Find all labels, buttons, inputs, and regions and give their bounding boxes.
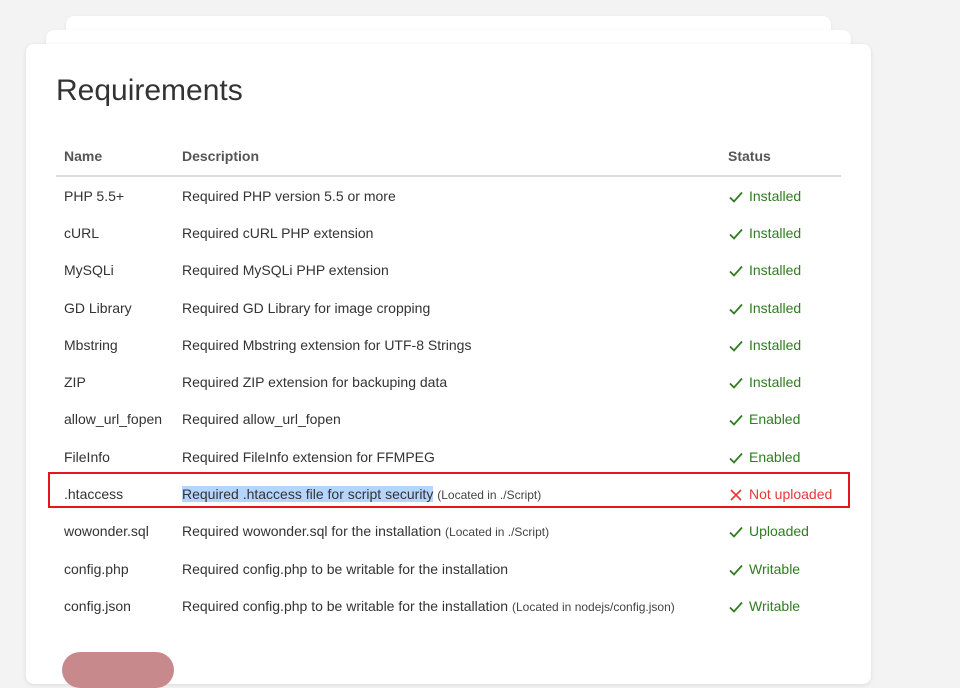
description-text: Required cURL PHP extension — [182, 224, 374, 241]
check-icon — [728, 300, 744, 316]
column-header-name: Name — [56, 137, 174, 177]
check-icon — [728, 188, 744, 204]
requirement-status: Enabled — [720, 401, 841, 438]
description-text: Required allow_url_fopen — [182, 411, 341, 428]
requirement-description: Required GD Library for image cropping — [174, 289, 720, 326]
check-icon — [728, 561, 744, 577]
check-icon — [728, 262, 744, 278]
requirement-status: Installed — [720, 326, 841, 363]
location-note: (Located in ./Script) — [437, 488, 542, 503]
requirement-description: Required Mbstring extension for UTF-8 St… — [174, 326, 720, 363]
description-text: Required .htaccess file for script secur… — [182, 486, 434, 503]
location-note: (Located in ./Script) — [445, 525, 550, 540]
check-icon — [728, 598, 744, 614]
requirement-description: Required .htaccess file for script secur… — [174, 475, 720, 512]
table-row: cURL Required cURL PHP extension Installed — [56, 214, 841, 251]
requirement-name: config.json — [64, 597, 131, 614]
requirement-name: MySQLi — [64, 262, 114, 279]
status-label: Not uploaded — [749, 486, 833, 503]
description-text: Required PHP version 5.5 or more — [182, 187, 396, 204]
requirement-name: FileInfo — [64, 448, 110, 465]
status-label: Installed — [749, 187, 802, 204]
page-title: Requirements — [56, 74, 243, 107]
requirement-description: Required wowonder.sql for the installati… — [174, 513, 720, 550]
check-icon — [728, 337, 744, 353]
requirement-description: Required FileInfo extension for FFMPEG — [174, 438, 720, 475]
table-row: ZIP Required ZIP extension for backuping … — [56, 363, 841, 400]
column-header-description: Description — [174, 137, 720, 177]
requirement-status: Installed — [720, 363, 841, 400]
status-label: Writable — [749, 597, 801, 614]
description-text: Required config.php to be writable for t… — [182, 560, 509, 577]
status-label: Installed — [749, 262, 802, 279]
x-icon — [728, 486, 744, 502]
requirement-status: Enabled — [720, 438, 841, 475]
requirement-status: Writable — [720, 587, 841, 624]
requirement-status: Installed — [720, 214, 841, 251]
requirement-status: Installed — [720, 176, 841, 214]
requirement-name: .htaccess — [64, 486, 124, 503]
table-row: FileInfo Required FileInfo extension for … — [56, 438, 841, 475]
status-label: Installed — [749, 224, 802, 241]
description-text: Required config.php to be writable for t… — [182, 597, 509, 614]
requirements-table: Name Description Status PHP 5.5+ Required… — [56, 137, 841, 625]
status-label: Installed — [749, 336, 802, 353]
requirement-status: Installed — [720, 252, 841, 289]
status-label: Installed — [749, 299, 802, 316]
requirement-description: Required cURL PHP extension — [174, 214, 720, 251]
description-text: Required Mbstring extension for UTF-8 St… — [182, 336, 472, 353]
requirements-card: Requirements Name Description Status PHP… — [26, 44, 871, 688]
status-label: Enabled — [749, 448, 801, 465]
description-text: Required GD Library for image cropping — [182, 299, 431, 316]
requirement-status: Uploaded — [720, 513, 841, 550]
description-text: Required wowonder.sql for the installati… — [182, 523, 442, 540]
table-row: PHP 5.5+ Required PHP version 5.5 or more… — [56, 176, 841, 214]
check-icon — [728, 225, 744, 241]
requirement-name: Mbstring — [64, 336, 118, 353]
status-label: Writable — [749, 560, 801, 577]
check-icon — [728, 411, 744, 427]
requirement-name: allow_url_fopen — [64, 411, 163, 428]
requirement-status: Not uploaded — [720, 475, 841, 512]
requirement-status: Writable — [720, 550, 841, 587]
status-label: Installed — [749, 374, 802, 391]
next-button[interactable] — [62, 652, 174, 688]
requirements-table-body: PHP 5.5+ Required PHP version 5.5 or more… — [56, 176, 841, 625]
table-row: MySQLi Required MySQLi PHP extension Insta… — [56, 252, 841, 289]
check-icon — [728, 449, 744, 465]
requirement-name: ZIP — [64, 374, 86, 391]
requirement-description: Required PHP version 5.5 or more — [174, 176, 720, 214]
table-row: .htaccess Required .htaccess file for scr… — [56, 475, 841, 512]
requirement-description: Required allow_url_fopen — [174, 401, 720, 438]
requirement-name: PHP 5.5+ — [64, 187, 125, 204]
table-row: allow_url_fopen Required allow_url_fopen E… — [56, 401, 841, 438]
requirement-description: Required ZIP extension for backuping dat… — [174, 363, 720, 400]
table-row: Mbstring Required Mbstring extension for … — [56, 326, 841, 363]
check-icon — [728, 523, 744, 539]
table-row: wowonder.sql Required wowonder.sql for th… — [56, 513, 841, 550]
table-row: config.php Required config.php to be writ… — [56, 550, 841, 587]
status-label: Enabled — [749, 411, 801, 428]
requirement-description: Required MySQLi PHP extension — [174, 252, 720, 289]
table-header-row: Name Description Status — [56, 137, 841, 177]
requirement-name: cURL — [64, 224, 100, 241]
requirement-description: Required config.php to be writable for t… — [174, 550, 720, 587]
requirement-name: wowonder.sql — [64, 523, 149, 540]
requirement-status: Installed — [720, 289, 841, 326]
check-icon — [728, 374, 744, 390]
status-label: Uploaded — [749, 523, 809, 540]
requirement-name: GD Library — [64, 299, 132, 316]
column-header-status: Status — [720, 137, 841, 177]
description-text: Required MySQLi PHP extension — [182, 262, 389, 279]
table-row: GD Library Required GD Library for image … — [56, 289, 841, 326]
description-text: Required FileInfo extension for FFMPEG — [182, 448, 435, 465]
location-note: (Located in nodejs/config.json) — [511, 599, 675, 614]
requirement-name: config.php — [64, 560, 129, 577]
requirement-description: Required config.php to be writable for t… — [174, 587, 720, 624]
description-text: Required ZIP extension for backuping dat… — [182, 374, 448, 391]
table-row: config.json Required config.php to be wri… — [56, 587, 841, 624]
